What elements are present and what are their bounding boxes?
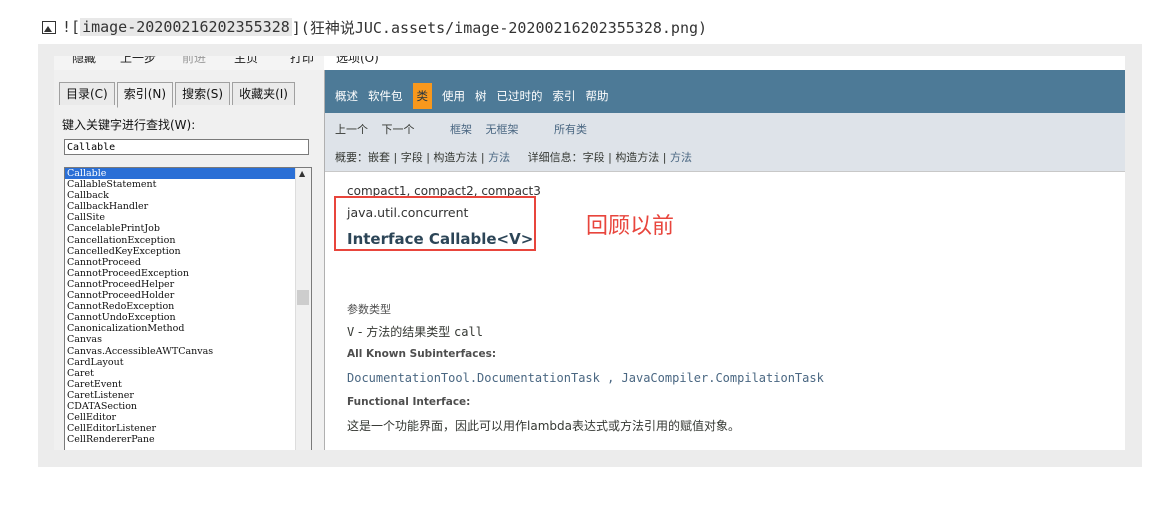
navbar-items: 概述 软件包类使用树已过时的 索引 帮助 [335,83,619,109]
type-params-heading: 参数类型 [347,303,391,316]
nav-item[interactable]: 软件包 [368,88,403,104]
left-panel: 目录(C) 索引(N) 搜索(S) 收藏夹(I) 键入关键字进行查找(W): C… [54,70,325,450]
type-param-row: V - 方法的结果类型 call [347,323,483,340]
index-list-item[interactable]: CardLayout [65,357,295,368]
nav-item[interactable]: 索引 [553,88,576,104]
index-list-item[interactable]: CaretEvent [65,379,295,390]
index-list-item[interactable]: CellRendererPane [65,434,295,445]
list-scrollbar[interactable]: ▲ [295,168,311,450]
frames-link[interactable]: 框架 [450,123,472,136]
index-list-item[interactable]: CancelablePrintJob [65,223,295,234]
index-list-item[interactable]: CallSite [65,212,295,223]
toolbar-back[interactable]: 上一步 [120,56,156,66]
tab-contents[interactable]: 目录(C) [59,82,115,105]
index-list-item[interactable]: CannotProceedHelper [65,279,295,290]
find-label: 键入关键字进行查找(W): [62,118,196,132]
nav-item[interactable]: 帮助 [586,88,609,104]
next-class-link[interactable]: 下一个 [382,123,415,136]
index-list-item[interactable]: CannotRedoException [65,301,295,312]
scroll-thumb[interactable] [297,290,309,305]
markdown-image-line: ![image-20200216202355328](狂神说JUC.assets… [42,14,707,40]
index-list-item[interactable]: Canvas.AccessibleAWTCanvas [65,346,295,357]
index-list-item[interactable]: CallbackHandler [65,201,295,212]
nav-item[interactable]: 概述 [335,88,358,104]
keyword-search-input[interactable]: Callable [64,139,309,155]
index-list-item[interactable]: Caret [65,368,295,379]
nav-item[interactable]: 已过时的 [497,88,543,104]
all-classes-link[interactable]: 所有类 [554,123,587,136]
top-navbar: 概述 软件包类使用树已过时的 索引 帮助 [325,70,1125,113]
index-list-item[interactable]: Callback [65,190,295,201]
index-list-item[interactable]: CancellationException [65,235,295,246]
toolbar-hide[interactable]: 隐藏 [72,56,96,66]
summary-method-link[interactable]: 方法 [488,151,510,164]
index-list-item[interactable]: CannotUndoException [65,312,295,323]
type-param-desc: - 方法的结果类型 [354,325,455,339]
toolbar-print[interactable]: 打印 [290,56,314,66]
detail-constr: 构造方法 [615,151,660,164]
tab-favorites[interactable]: 收藏夹(I) [232,82,295,105]
markdown-prefix: ![ [62,18,81,36]
summary-constr: 构造方法 [433,151,478,164]
toolbar: 隐藏 上一步 前进 主页 打印 [54,56,324,70]
index-list-item[interactable]: CannotProceed [65,257,295,268]
summary-label: 概要： [335,151,368,164]
nav-item[interactable]: 使用 [442,88,465,104]
index-list-item[interactable]: CannotProceedException [65,268,295,279]
detail-field: 字段 [582,151,605,164]
index-list-items: Callable CallableStatement Callback Callbac… [65,168,295,445]
subnav-row-links: 上一个 下一个 框架 无框架 所有类 [335,121,597,137]
index-list-item[interactable]: CellEditorListener [65,423,295,434]
annotation-highlight-box [334,196,536,251]
subinterfaces-heading: All Known Subinterfaces: [347,348,497,360]
broken-image-icon [42,20,56,34]
tab-index[interactable]: 索引(N) [116,82,174,108]
index-list-item[interactable]: CancelledKeyException [65,246,295,257]
index-list-item[interactable]: CaretListener [65,390,295,401]
index-list-item[interactable]: Callable [65,168,295,180]
summary-nested: 嵌套 [368,151,390,164]
summary-field: 字段 [400,151,423,164]
markdown-alt-text: image-20200216202355328 [80,18,292,36]
subinterfaces-links[interactable]: DocumentationTool.DocumentationTask , Ja… [347,371,824,385]
tab-search[interactable]: 搜索(S) [175,82,231,105]
toolbar-options[interactable]: 选项(O) [336,56,379,66]
type-param-call: call [454,325,483,339]
index-list-item[interactable]: CanonicalizationMethod [65,323,295,334]
nav-item[interactable]: 树 [475,88,487,104]
toolbar-forward[interactable]: 前进 [182,56,206,66]
toolbar-home[interactable]: 主页 [234,56,258,66]
subnav-row-summary: 概要：嵌套 | 字段 | 构造方法 | 方法 详细信息：字段 | 构造方法 | … [335,151,693,164]
index-list-item[interactable]: Canvas [65,334,295,345]
prev-class-link[interactable]: 上一个 [335,123,368,136]
detail-method-link[interactable]: 方法 [670,151,692,164]
content-panel: 概述 软件包类使用树已过时的 索引 帮助 上一个 下一个 框架 无框架 所有类 概要：… [325,70,1125,450]
annotation-text: 回顾以前 [586,214,675,239]
detail-label: 详细信息： [527,151,583,164]
scroll-up-icon[interactable]: ▲ [299,169,305,178]
index-list-item[interactable]: CannotProceedHolder [65,290,295,301]
panel-tabs: 目录(C) 索引(N) 搜索(S) 收藏夹(I) [59,82,297,108]
functional-heading: Functional Interface: [347,396,471,408]
index-list-item[interactable]: CallableStatement [65,179,295,190]
nav-item[interactable]: 类 [412,83,432,109]
index-list-item[interactable]: CDATASection [65,401,295,412]
no-frames-link[interactable]: 无框架 [486,123,519,136]
sub-navbar: 上一个 下一个 框架 无框架 所有类 概要：嵌套 | 字段 | 构造方法 | 方… [325,113,1125,172]
index-list[interactable]: Callable CallableStatement Callback Callbac… [64,167,312,450]
chm-help-window: 隐藏 上一步 前进 主页 打印 选项(O) 目录(C) 索引(N) 搜索(S) … [54,56,1125,450]
markdown-path: ](狂神说JUC.assets/image-20200216202355328.… [291,18,708,37]
index-list-item[interactable]: CellEditor [65,412,295,423]
functional-text: 这是一个功能界面，因此可以用作lambda表达式或方法引用的赋值对象。 [347,419,740,433]
